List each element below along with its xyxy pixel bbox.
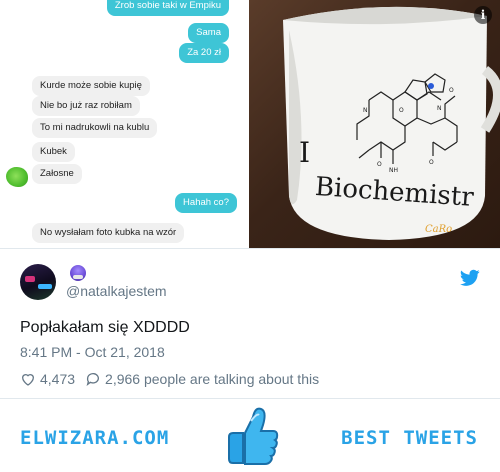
chat-message-out: Za 20 zł xyxy=(179,43,229,63)
user-handle[interactable]: @natalkajestem xyxy=(66,283,167,299)
svg-text:O: O xyxy=(429,159,434,166)
tweet-media[interactable]: Zrob sobie taki w Empiku Sama Za 20 zł K… xyxy=(0,0,500,248)
svg-text:N: N xyxy=(363,107,368,114)
tweet-actions: 4,473 2,966 people are talking about thi… xyxy=(20,371,319,387)
tweet-timestamp[interactable]: 8:41 PM - Oct 21, 2018 xyxy=(20,344,165,360)
svg-text:NH: NH xyxy=(389,167,398,174)
mug-illustration: N O N O O NH O I Biochemistr CaRo xyxy=(283,6,500,241)
heart-icon[interactable] xyxy=(20,371,36,387)
chat-message-in: To mi nadrukowli na kublu xyxy=(32,118,158,138)
footer-banner: ELWIZARA.COM BEST TWEETS xyxy=(0,398,500,472)
svg-text:O: O xyxy=(377,161,382,168)
banner-tagline: BEST TWEETS xyxy=(341,427,478,449)
chat-message-in: Kubek xyxy=(32,142,75,162)
photo-watermark: CaRo xyxy=(425,224,452,235)
tweet-text: Popłakałam się XDDDD xyxy=(20,319,190,336)
chat-message-in: Kurde może sobie kupię xyxy=(32,76,150,96)
twitter-bird-icon[interactable] xyxy=(460,269,480,287)
comment-bubble-icon[interactable] xyxy=(85,371,101,387)
tweet-card: @natalkajestem Popłakałam się XDDDD 8:41… xyxy=(0,248,500,398)
mug-photo: N O N O O NH O I Biochemistr CaRo i xyxy=(249,0,500,248)
svg-text:O: O xyxy=(399,107,404,114)
chat-message-in: Załosne xyxy=(32,164,82,184)
brand-name[interactable]: ELWIZARA.COM xyxy=(20,427,169,449)
avatar[interactable] xyxy=(20,264,56,300)
chat-screenshot: Zrob sobie taki w Empiku Sama Za 20 zł K… xyxy=(0,0,249,248)
like-count[interactable]: 4,473 xyxy=(40,371,75,387)
thumbs-up-icon xyxy=(228,407,279,465)
chat-message-out: Sama xyxy=(188,23,229,43)
chat-message-in: No wysłałam foto kubka na wzór xyxy=(32,223,185,243)
chat-message-out: Zrob sobie taki w Empiku xyxy=(106,0,229,16)
chat-message-in: Nie bo już raz robiłam xyxy=(32,96,140,116)
talking-count[interactable]: 2,966 people are talking about this xyxy=(105,371,319,387)
chat-message-out: Hahah co? xyxy=(175,193,237,213)
mug-letter: I xyxy=(299,136,310,169)
display-name-emoji-icon xyxy=(70,265,86,281)
svg-text:N: N xyxy=(437,105,442,112)
contact-avatar xyxy=(6,167,28,187)
info-icon[interactable]: i xyxy=(474,6,492,24)
svg-text:O: O xyxy=(449,87,454,94)
